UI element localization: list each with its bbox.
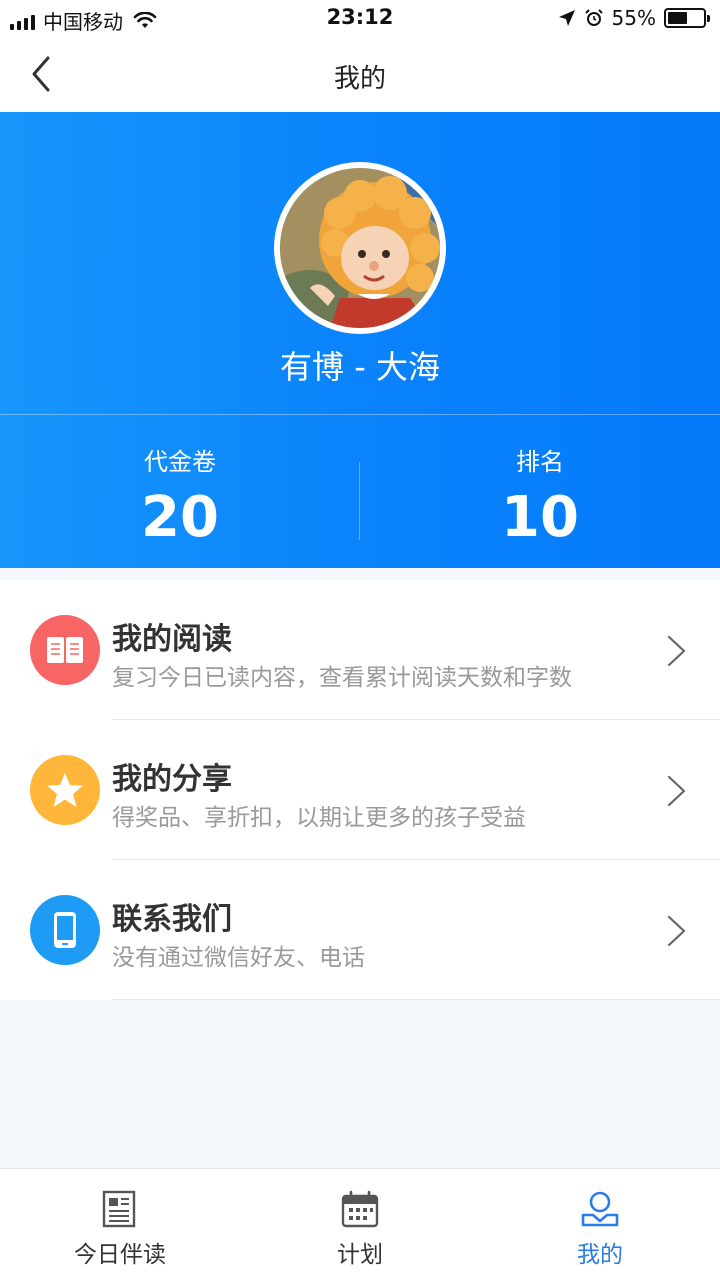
menu-list: 我的阅读 复习今日已读内容，查看累计阅读天数和字数 我的分享 得奖品、享折扣，以… — [0, 580, 720, 1000]
tab-plan[interactable]: 计划 — [240, 1169, 480, 1281]
navigation-bar: 我的 — [0, 36, 720, 112]
calendar-icon — [341, 1190, 379, 1228]
tab-bar: 今日伴读 计划 我的 — [0, 1168, 720, 1281]
tab-daily-reading[interactable]: 今日伴读 — [0, 1169, 240, 1281]
tab-label: 计划 — [337, 1242, 383, 1268]
header-divider — [0, 414, 720, 415]
avatar[interactable] — [274, 162, 446, 334]
tab-label: 今日伴读 — [74, 1242, 166, 1268]
cartoon-girl-illustration — [280, 168, 440, 328]
menu-item-description: 复习今日已读内容，查看累计阅读天数和字数 — [112, 665, 572, 691]
menu-item-title: 我的分享 — [112, 762, 232, 797]
location-arrow-icon — [558, 10, 575, 26]
stat-ranking[interactable]: 排名 10 — [360, 442, 720, 550]
stat-value: 10 — [501, 485, 579, 550]
menu-item-description: 得奖品、享折扣，以期让更多的孩子受益 — [112, 805, 526, 831]
menu-item-contact-us[interactable]: 联系我们 没有通过微信好友、电话 — [0, 860, 720, 1000]
user-icon — [581, 1191, 619, 1227]
status-bar: 中国移动 23:12 55% — [0, 0, 720, 36]
avatar-image — [280, 168, 440, 328]
chevron-right-icon — [667, 915, 686, 947]
menu-item-my-reading[interactable]: 我的阅读 复习今日已读内容，查看累计阅读天数和字数 — [0, 580, 720, 720]
page-title: 我的 — [333, 64, 386, 94]
menu-item-title: 联系我们 — [112, 902, 232, 937]
chevron-right-icon — [667, 635, 686, 667]
menu-item-description: 没有通过微信好友、电话 — [112, 945, 365, 971]
star-icon — [30, 755, 100, 825]
book-icon — [30, 615, 100, 685]
menu-item-title: 我的阅读 — [112, 622, 232, 657]
newspaper-icon — [102, 1190, 136, 1228]
menu-item-my-share[interactable]: 我的分享 得奖品、享折扣，以期让更多的孩子受益 — [0, 720, 720, 860]
status-right: 55% — [558, 6, 710, 30]
stat-voucher[interactable]: 代金卷 20 — [0, 442, 360, 550]
chevron-right-icon — [667, 775, 686, 807]
stat-label: 排名 — [516, 448, 564, 476]
battery-icon — [664, 8, 710, 28]
profile-name: 有博 - 大海 — [280, 348, 440, 386]
profile-header: 有博 - 大海 代金卷 20 排名 10 — [0, 112, 720, 568]
menu-divider — [112, 999, 720, 1000]
stat-label: 代金卷 — [144, 448, 216, 476]
tab-mine[interactable]: 我的 — [480, 1169, 720, 1281]
alarm-icon — [584, 9, 603, 26]
phone-icon — [30, 895, 100, 965]
tab-label: 我的 — [577, 1242, 623, 1268]
stat-value: 20 — [141, 485, 219, 550]
battery-percent: 55% — [611, 6, 656, 30]
